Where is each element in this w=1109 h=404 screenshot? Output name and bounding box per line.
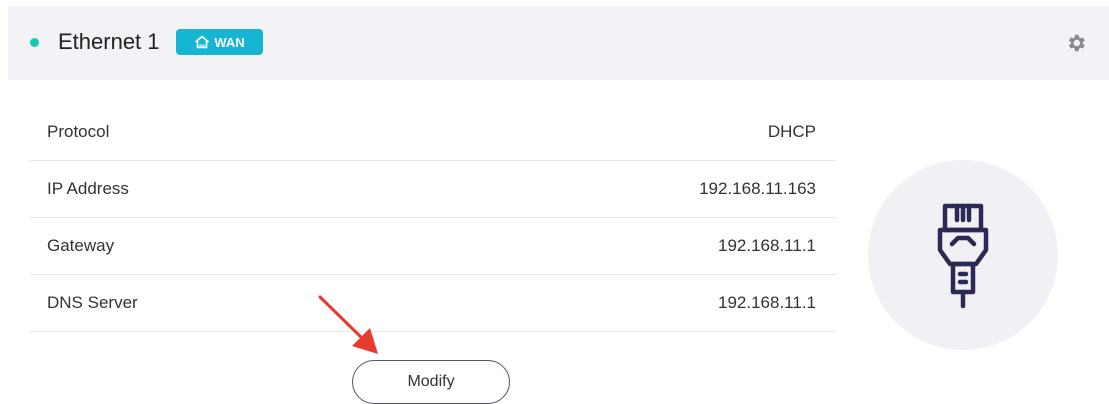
home-icon [195,35,210,49]
detail-row-dns-server: DNS Server 192.168.11.1 [30,275,836,332]
detail-row-ip-address: IP Address 192.168.11.163 [30,161,836,218]
gear-icon[interactable] [1065,32,1087,54]
detail-value: 192.168.11.163 [699,179,816,198]
red-arrow-icon [318,295,378,354]
wan-badge: WAN [176,29,263,55]
ethernet-cable-icon [937,203,989,309]
detail-value: 192.168.11.1 [718,293,816,312]
detail-label: DNS Server [47,293,138,312]
port-illustration [868,160,1058,350]
interface-header: Ethernet 1 WAN [8,6,1109,80]
badge-label: WAN [214,34,245,50]
detail-label: IP Address [47,179,129,198]
interface-details: Protocol DHCP IP Address 192.168.11.163 … [30,104,836,332]
interface-title: Ethernet 1 [58,29,160,54]
modify-button[interactable]: Modify [352,360,510,404]
status-indicator [30,38,39,47]
detail-label: Gateway [47,236,115,255]
detail-row-protocol: Protocol DHCP [30,104,836,161]
detail-row-gateway: Gateway 192.168.11.1 [30,218,836,275]
detail-value: DHCP [767,122,816,141]
detail-value: 192.168.11.1 [718,236,816,255]
detail-label: Protocol [47,122,110,141]
